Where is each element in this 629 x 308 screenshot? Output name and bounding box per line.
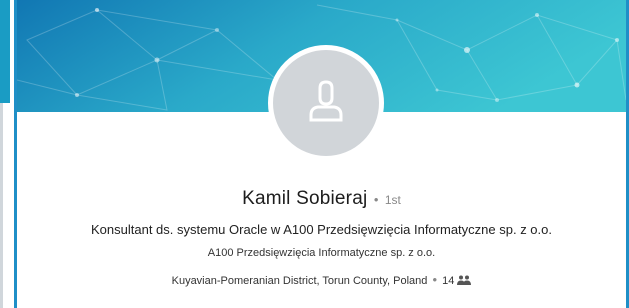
profile-photo-placeholder[interactable] (268, 45, 384, 161)
degree-separator: • (373, 192, 379, 207)
location-separator: • (432, 272, 438, 287)
adjacent-panel-edge (0, 0, 10, 103)
connections-count[interactable]: 14 (442, 275, 454, 287)
connection-degree: 1st (384, 193, 401, 207)
person-placeholder-icon (303, 78, 349, 129)
location-row: Kuyavian-Pomeranian District, Torun Coun… (17, 272, 626, 287)
profile-headline: Konsultant ds. systemu Oracle w A100 Prz… (91, 222, 552, 237)
profile-card: Kamil Sobieraj • 1st Konsultant ds. syst… (14, 0, 629, 308)
connections-icon (457, 275, 472, 285)
profile-company[interactable]: A100 Przedsięwzięcia Informatyczne sp. z… (17, 247, 626, 259)
profile-location: Kuyavian-Pomeranian District, Torun Coun… (171, 275, 428, 287)
name-row: Kamil Sobieraj • 1st (17, 188, 626, 210)
panel-divider (0, 103, 3, 308)
profile-name: Kamil Sobieraj (242, 188, 368, 209)
